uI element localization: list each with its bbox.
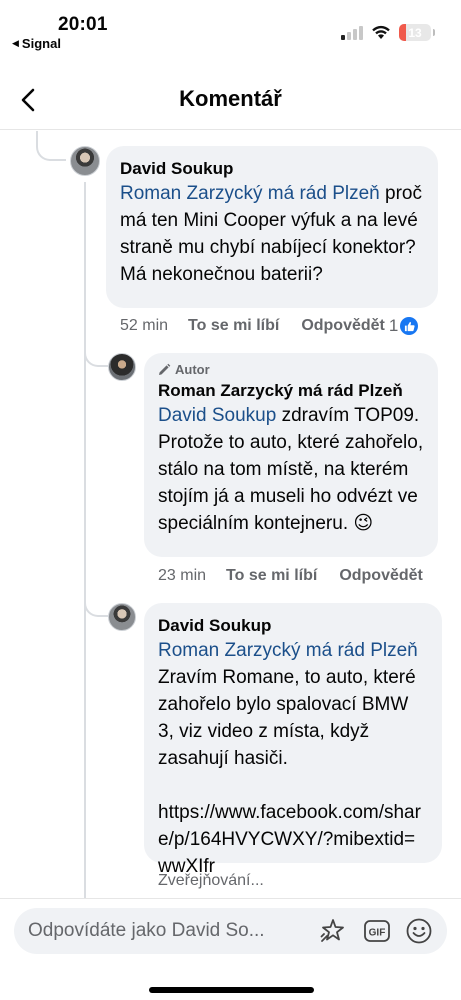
author-badge-label: Autor xyxy=(175,362,210,377)
comment-author[interactable]: David Soukup xyxy=(158,615,428,637)
reply-button[interactable]: Odpovědět xyxy=(301,317,385,335)
like-button[interactable]: To se mi líbí xyxy=(188,317,279,335)
thread-line xyxy=(36,131,66,161)
mention-link[interactable]: David Soukup xyxy=(158,405,276,426)
mention-link[interactable]: Roman Zarzycký má rád Plzeň xyxy=(120,183,380,204)
avatar[interactable] xyxy=(108,603,136,631)
comment-text: Roman Zarzycký má rád Plzeň proč má ten … xyxy=(120,180,424,288)
header: Komentář xyxy=(0,70,461,130)
thread-line xyxy=(84,340,108,367)
comment-time: 52 min xyxy=(120,317,169,334)
comment-text: David Soukup zdravím TOP09. Protože to a… xyxy=(158,402,424,537)
status-icons: 13 xyxy=(341,24,435,41)
comment-link[interactable]: https://www.facebook.com/share/p/164HVYC… xyxy=(158,799,428,880)
publishing-status: Zveřejňování... xyxy=(158,872,264,889)
reply-input[interactable]: Odpovídáte jako David So... GIF xyxy=(14,908,447,954)
svg-text:GIF: GIF xyxy=(369,928,386,939)
like-button[interactable]: To se mi líbí xyxy=(226,567,317,585)
mention-link[interactable]: Roman Zarzycký má rád Plzeň xyxy=(158,640,418,661)
gif-icon[interactable]: GIF xyxy=(362,916,392,946)
reply-placeholder: Odpovídáte jako David So... xyxy=(28,920,265,941)
status-time: 20:01 xyxy=(58,14,108,35)
battery-level: 13 xyxy=(408,25,422,40)
comment-body: Zravím Romane, to auto, které zahořelo b… xyxy=(158,667,416,769)
reaction-count[interactable]: 1 xyxy=(385,316,419,336)
comment-bubble[interactable]: Autor Roman Zarzycký má rád Plzeň David … xyxy=(144,353,438,557)
wifi-icon xyxy=(371,25,391,40)
cellular-signal-icon xyxy=(341,25,363,40)
comment-time: 23 min xyxy=(158,567,207,584)
thumbs-up-icon xyxy=(400,317,419,335)
back-to-app-link[interactable]: ◀ Signal xyxy=(12,36,61,51)
comment-author[interactable]: David Soukup xyxy=(120,158,424,180)
status-bar: 20:01 ◀ Signal 13 xyxy=(0,0,461,56)
comment-bubble[interactable]: David Soukup Roman Zarzycký má rád Plzeň… xyxy=(144,603,442,877)
thread-line xyxy=(84,182,86,902)
reply-button[interactable]: Odpovědět xyxy=(339,567,423,585)
avatar[interactable] xyxy=(70,146,100,176)
comment-actions: 23 min To se mi líbí Odpovědět xyxy=(158,567,423,585)
emoji-icon[interactable] xyxy=(404,916,434,946)
avatar[interactable] xyxy=(108,353,136,381)
comment-actions: 52 min To se mi líbí Odpovědět 1 xyxy=(120,316,456,336)
battery-icon: 13 xyxy=(399,24,435,41)
comment-author[interactable]: Roman Zarzycký má rád Plzeň xyxy=(158,380,424,402)
like-count: 1 xyxy=(388,316,399,335)
avatar-sticker-icon[interactable] xyxy=(318,916,348,946)
comment-bubble[interactable]: David Soukup Roman Zarzycký má rád Plzeň… xyxy=(106,146,438,308)
back-app-label: Signal xyxy=(21,36,61,51)
back-triangle-icon: ◀ xyxy=(12,38,19,48)
comment-text: Roman Zarzycký má rád Plzeň Zravím Roman… xyxy=(158,637,428,772)
thread-line xyxy=(84,590,108,617)
home-indicator[interactable] xyxy=(149,987,314,993)
pencil-icon xyxy=(159,363,171,375)
page-title: Komentář xyxy=(179,86,282,111)
author-badge: Autor xyxy=(158,362,424,377)
reply-composer: Odpovídáte jako David So... GIF xyxy=(0,898,461,1000)
